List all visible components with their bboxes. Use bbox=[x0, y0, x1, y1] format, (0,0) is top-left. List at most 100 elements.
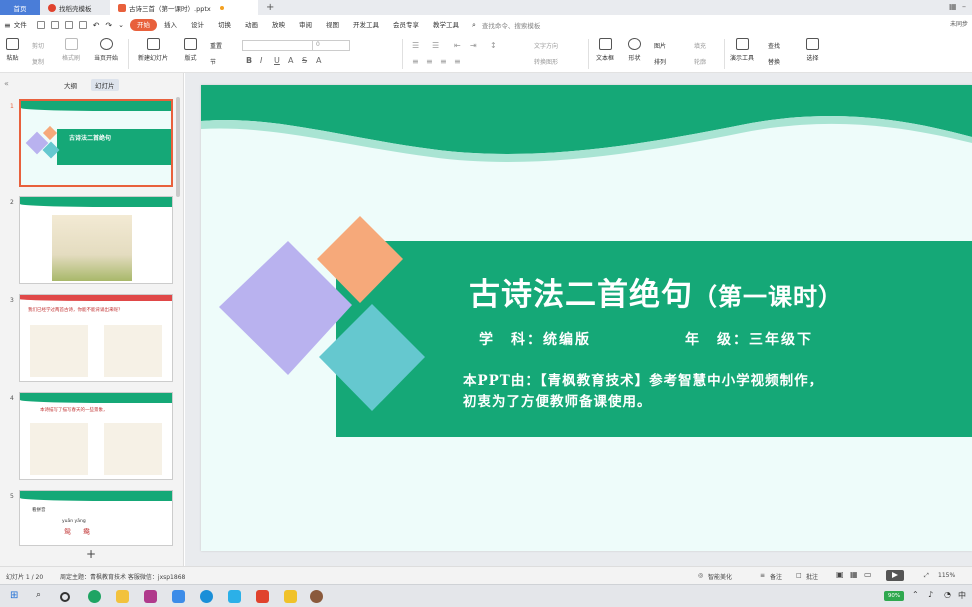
slide-grade[interactable]: 年 级：三年级下 bbox=[685, 329, 813, 349]
layout-button[interactable]: 版式 bbox=[184, 38, 197, 62]
strikethrough-icon[interactable]: S bbox=[302, 56, 307, 65]
underline-icon[interactable]: U bbox=[274, 56, 280, 65]
new-slide-button[interactable]: 新建幻灯片 bbox=[138, 38, 168, 62]
menu-teaching-tools[interactable]: 教学工具 bbox=[426, 19, 466, 31]
file-explorer-icon[interactable] bbox=[116, 590, 129, 603]
arrange-button[interactable]: 排列 bbox=[654, 57, 666, 66]
bullets-icon[interactable]: ☰ bbox=[412, 41, 419, 50]
outdent-icon[interactable]: ⇥ bbox=[470, 41, 477, 50]
add-slide-icon[interactable]: + bbox=[86, 547, 96, 561]
menu-transitions[interactable]: 切换 bbox=[211, 19, 238, 31]
text-direction-button[interactable]: 文字方向 bbox=[534, 41, 558, 50]
menu-insert[interactable]: 插入 bbox=[157, 19, 184, 31]
more-icon[interactable]: ⌄ bbox=[118, 21, 124, 29]
slide-note-line-2[interactable]: 初衷为了方便教师备课使用。 bbox=[463, 390, 652, 410]
replace-button[interactable]: 替换 bbox=[768, 57, 780, 66]
network-icon[interactable]: ◔ bbox=[944, 590, 957, 603]
slide-subject[interactable]: 学 科：统编版 bbox=[479, 329, 591, 349]
shape-button[interactable]: 形状 bbox=[628, 38, 641, 62]
reset-button[interactable]: 重置 bbox=[210, 41, 222, 50]
smart-beautify-button[interactable]: 智能美化 bbox=[708, 572, 732, 581]
ime-icon[interactable]: 中 bbox=[958, 590, 971, 603]
slide-thumbnail-3[interactable]: 我们已经学过两首古诗，你能不能背诵出来呢？ bbox=[19, 294, 173, 382]
italic-icon[interactable]: I bbox=[260, 56, 262, 65]
current-slide[interactable]: 古诗法二首绝句（第一课时） 学 科：统编版 年 级：三年级下 本PPT由：【青枫… bbox=[201, 85, 972, 551]
menu-icon[interactable]: ≡ bbox=[4, 21, 11, 30]
wechat-icon[interactable] bbox=[88, 590, 101, 603]
align-left-icon[interactable]: ≡ bbox=[412, 57, 419, 66]
notes-icon[interactable]: ≡ bbox=[760, 572, 765, 579]
tab-document[interactable]: 古诗三首（第一课时）.pptx bbox=[110, 0, 258, 15]
menu-developer[interactable]: 开发工具 bbox=[346, 19, 386, 31]
tab-home[interactable]: 首页 bbox=[0, 0, 40, 15]
picture-button[interactable]: 图片 bbox=[654, 41, 666, 50]
slide-thumbnail-1[interactable]: 古诗法二首绝句 bbox=[19, 99, 173, 187]
font-color-icon[interactable]: A bbox=[316, 56, 321, 65]
menu-view[interactable]: 视图 bbox=[319, 19, 346, 31]
menu-design[interactable]: 设计 bbox=[184, 19, 211, 31]
normal-view-icon[interactable]: ▣ bbox=[836, 570, 844, 579]
cortana-icon[interactable] bbox=[60, 592, 70, 602]
format-painter-button[interactable]: 格式刷 bbox=[62, 38, 80, 62]
indent-icon[interactable]: ⇤ bbox=[454, 41, 461, 50]
app-brown-icon[interactable] bbox=[310, 590, 323, 603]
select-button[interactable]: 选择 bbox=[806, 38, 819, 62]
numbering-icon[interactable]: ☰ bbox=[432, 41, 439, 50]
fill-button[interactable]: 填充 bbox=[694, 41, 706, 50]
app-cyan-icon[interactable] bbox=[228, 590, 241, 603]
panel-scrollbar[interactable] bbox=[176, 97, 180, 197]
tab-template[interactable]: 找稻壳模板 bbox=[40, 0, 110, 15]
app-yellow-icon[interactable] bbox=[284, 590, 297, 603]
align-right-icon[interactable]: ≡ bbox=[440, 57, 447, 66]
smart-beautify-icon[interactable]: ◎ bbox=[698, 572, 703, 579]
layout-icon[interactable]: ▦ bbox=[949, 2, 957, 11]
reading-view-icon[interactable]: ▭ bbox=[864, 570, 872, 579]
slide-thumbnail-4[interactable]: 本诗描写了描写春天的一些景象， bbox=[19, 392, 173, 480]
slide-note-line-1[interactable]: 本PPT由：【青枫教育技术】参考智慧中小学视频制作， bbox=[463, 369, 823, 389]
fs-app-icon[interactable] bbox=[144, 590, 157, 603]
comment-icon[interactable]: □ bbox=[796, 572, 802, 579]
export-icon[interactable] bbox=[50, 21, 59, 29]
app-blue-icon[interactable] bbox=[172, 590, 185, 603]
shadow-icon[interactable]: A bbox=[288, 56, 293, 65]
from-start-button[interactable]: 当页开始 bbox=[94, 38, 118, 62]
slide-title[interactable]: 古诗法二首绝句（第一课时） bbox=[469, 269, 843, 314]
print-icon[interactable] bbox=[64, 21, 73, 29]
paste-button[interactable]: 粘贴 bbox=[6, 38, 19, 62]
section-button[interactable]: 节 bbox=[210, 57, 216, 66]
search-icon[interactable]: ⌕ bbox=[36, 590, 49, 603]
outline-button[interactable]: 轮廓 bbox=[694, 57, 706, 66]
save-icon[interactable] bbox=[36, 21, 45, 29]
comment-button[interactable]: 批注 bbox=[806, 572, 818, 581]
collapse-panel-icon[interactable]: « bbox=[4, 79, 9, 88]
undo-icon[interactable]: ↶ bbox=[93, 21, 100, 30]
new-tab-button[interactable]: + bbox=[258, 0, 282, 15]
notes-button[interactable]: 备注 bbox=[770, 572, 782, 581]
search-icon[interactable]: ⌕ bbox=[472, 21, 476, 30]
text-box-button[interactable]: 文本框 bbox=[596, 38, 614, 62]
menu-animation[interactable]: 动画 bbox=[238, 19, 265, 31]
fit-icon[interactable]: ⤢ bbox=[924, 572, 929, 580]
bold-icon[interactable]: B bbox=[246, 56, 252, 65]
align-center-icon[interactable]: ≡ bbox=[426, 57, 433, 66]
menu-home[interactable]: 开始 bbox=[129, 19, 157, 31]
justify-icon[interactable]: ≡ bbox=[454, 57, 461, 66]
convert-smartart-button[interactable]: 转换图形 bbox=[534, 57, 558, 66]
line-spacing-icon[interactable]: ↕ bbox=[490, 41, 497, 50]
sorter-view-icon[interactable]: ▦ bbox=[850, 570, 858, 579]
volume-icon[interactable]: ♪ bbox=[928, 590, 941, 603]
slide-thumbnail-5[interactable]: 看拼音 yuān yāng 鸳鸯 bbox=[19, 490, 173, 546]
windows-start-icon[interactable]: ⊞ bbox=[10, 590, 23, 603]
slide-thumbnail-2[interactable] bbox=[19, 196, 173, 284]
command-search[interactable]: 查找命令、搜索模板 bbox=[482, 20, 541, 30]
menu-review[interactable]: 审阅 bbox=[292, 19, 319, 31]
redo-icon[interactable]: ↷ bbox=[105, 21, 112, 30]
find-button[interactable]: 查找 bbox=[768, 41, 780, 50]
menu-member[interactable]: 会员专享 bbox=[386, 19, 426, 31]
zoom-level[interactable]: 115% bbox=[938, 572, 955, 579]
present-tools-button[interactable]: 演示工具 bbox=[730, 38, 754, 62]
edge-icon[interactable] bbox=[200, 590, 213, 603]
menu-file[interactable]: 文件 bbox=[14, 19, 34, 31]
wps-icon[interactable] bbox=[256, 590, 269, 603]
font-size-select[interactable]: 0 bbox=[312, 40, 350, 51]
